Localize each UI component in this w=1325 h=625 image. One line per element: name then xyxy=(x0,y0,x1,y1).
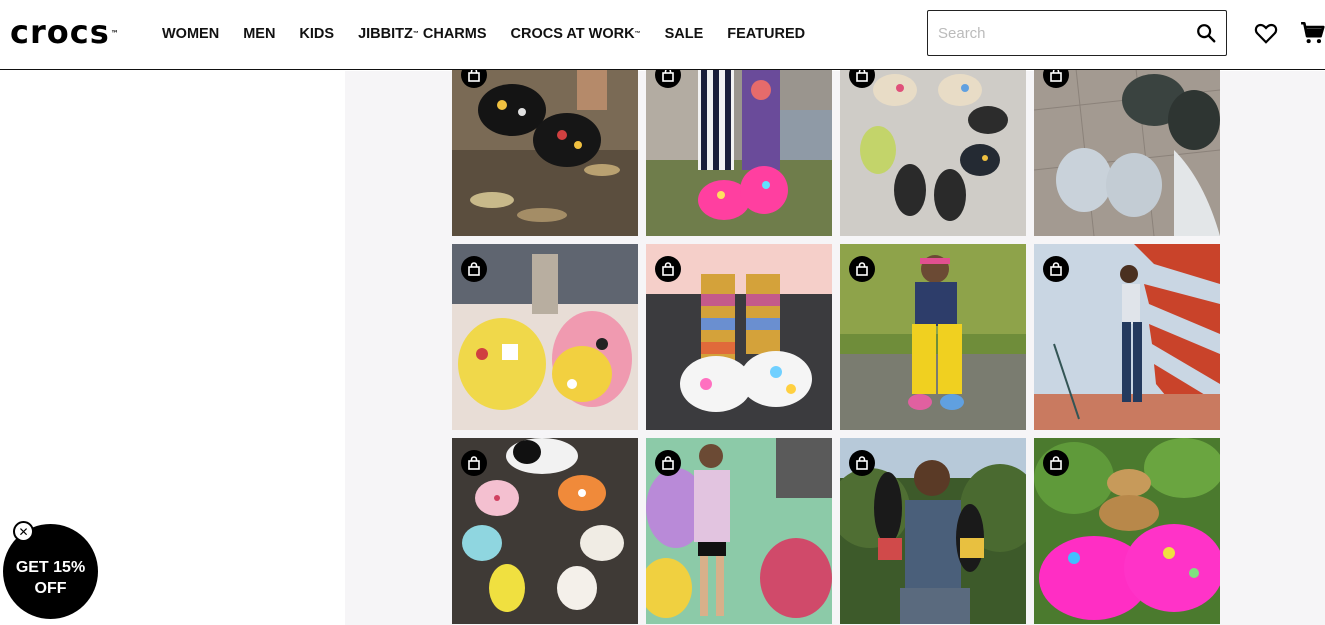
search-icon[interactable] xyxy=(1195,22,1217,44)
gallery-tile[interactable] xyxy=(646,438,832,624)
crocs-logo[interactable]: crocs™ xyxy=(10,14,120,50)
shopping-bag-icon[interactable] xyxy=(655,450,681,476)
promo-text: GET 15% OFF xyxy=(3,557,98,599)
cart-icon[interactable] xyxy=(1300,20,1325,46)
gallery-tile[interactable] xyxy=(452,50,638,236)
nav-label: MEN xyxy=(243,26,276,42)
shopping-bag-icon[interactable] xyxy=(1043,256,1069,282)
nav-label: WOMEN xyxy=(162,26,220,42)
shopping-bag-icon[interactable] xyxy=(461,450,487,476)
logo-text: crocs xyxy=(10,13,110,51)
nav-item-crocs-at-work[interactable]: CROCS AT WORK™ xyxy=(511,25,641,43)
site-header: crocs™ WOMEN MEN KIDS JIBBITZ™ CHARMS CR… xyxy=(0,0,1325,70)
nav-item-kids[interactable]: KIDS xyxy=(299,25,334,43)
gallery-tile[interactable] xyxy=(1034,244,1220,430)
nav-item-men[interactable]: MEN xyxy=(243,25,275,43)
shopping-bag-icon[interactable] xyxy=(655,256,681,282)
nav-label: SALE xyxy=(664,26,704,42)
shopping-bag-icon[interactable] xyxy=(849,256,875,282)
logo-trademark: ™ xyxy=(110,29,120,38)
search-input[interactable] xyxy=(928,11,1186,55)
nav-label: FEATURED xyxy=(727,26,806,42)
main-nav: WOMEN MEN KIDS JIBBITZ™ CHARMS CROCS AT … xyxy=(162,25,829,43)
nav-item-featured[interactable]: FEATURED xyxy=(727,25,805,43)
nav-item-women[interactable]: WOMEN xyxy=(162,25,219,43)
nav-label: JIBBITZ xyxy=(358,26,413,42)
gallery-tile[interactable] xyxy=(646,244,832,430)
shopping-bag-icon[interactable] xyxy=(849,450,875,476)
gallery-tile[interactable] xyxy=(646,50,832,236)
nav-trademark: ™ xyxy=(634,31,641,37)
gallery-tile[interactable] xyxy=(452,438,638,624)
gallery-tile[interactable] xyxy=(1034,50,1220,236)
search-box xyxy=(927,10,1227,56)
nav-label: CROCS AT WORK xyxy=(510,26,635,42)
shopping-bag-icon[interactable] xyxy=(461,256,487,282)
nav-item-sale[interactable]: SALE xyxy=(665,25,704,43)
gallery-tile[interactable] xyxy=(1034,438,1220,624)
nav-item-jibbitz-charms[interactable]: JIBBITZ™ CHARMS xyxy=(358,25,486,43)
gallery-tile[interactable] xyxy=(840,244,1026,430)
promo-line1: GET 15% xyxy=(15,559,86,576)
nav-label: KIDS xyxy=(299,26,335,42)
heart-icon[interactable] xyxy=(1253,20,1279,46)
close-icon[interactable]: ✕ xyxy=(13,521,34,542)
gallery-tile[interactable] xyxy=(840,438,1026,624)
promo-line2: OFF xyxy=(34,580,67,597)
gallery-tile[interactable] xyxy=(452,244,638,430)
gallery-tile[interactable] xyxy=(840,50,1026,236)
shopping-bag-icon[interactable] xyxy=(1043,450,1069,476)
nav-label-suffix: CHARMS xyxy=(418,26,487,42)
